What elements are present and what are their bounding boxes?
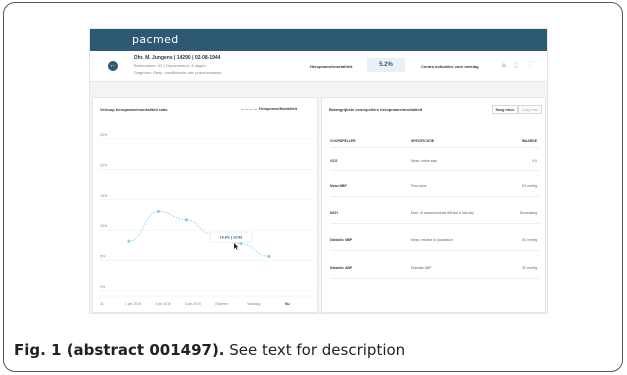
predictor-value: 61 mmHg (522, 184, 537, 188)
cursor-icon (234, 243, 239, 250)
row-divider (330, 196, 539, 197)
x-tick-label: Vandaag (247, 302, 260, 306)
x-tick-label: 31 (100, 302, 104, 306)
line-chart: 25%20%15%10%5%0% 31 1 jan 2019 2 jan 2019 3… (99, 133, 313, 306)
contra-indications-label: Contra indicaties voor ontslag (421, 64, 479, 69)
caption-text: See text for description (224, 341, 406, 359)
patient-name: Dhr. M. Jungens | 14290 | 02-08-1944 (134, 55, 221, 61)
tab-high-risk[interactable]: Hoog risico (492, 105, 518, 114)
figure-caption: Fig. 1 (abstract 001497). See text for d… (14, 341, 405, 359)
predictor-name: Diastolic NBP (330, 238, 353, 242)
bottle-icon[interactable]: ▯ (514, 60, 518, 69)
top-bar: pacmed (90, 29, 547, 51)
x-tick-label: 1 jan 2019 (125, 302, 141, 306)
caption-label: Fig. 1 (abstract 001497). (14, 341, 225, 359)
y-tick-label: 10% (100, 224, 108, 228)
app-screenshot: pacmed ← Dhr. M. Jungens | 14290 | 02-08… (89, 28, 548, 314)
predictor-value: 50 mmHg (522, 238, 537, 242)
predictor-name: GCS (330, 159, 338, 163)
predictor-value: Decreasing (519, 211, 537, 215)
data-point[interactable] (267, 254, 271, 258)
tab-low-risk[interactable]: Laag risico (518, 105, 542, 114)
data-point[interactable] (184, 218, 188, 222)
column-header-specification: SPECIFICATIE (411, 139, 435, 143)
predictor-value: 20 mmHg (522, 266, 537, 270)
predictor-name: MCH (330, 211, 338, 215)
chart-grid (99, 138, 313, 297)
row-divider (330, 223, 539, 224)
data-point[interactable] (127, 239, 131, 243)
data-point[interactable] (156, 209, 160, 213)
predictor-spec: Mean, entire stay (411, 159, 438, 163)
x-tick-label: 3 jan 2019 (185, 302, 201, 306)
x-tick-label: Nu (285, 302, 290, 306)
patient-bed-info: Bednummer: 02 | Opnameduur: 4 dagen (134, 63, 206, 68)
y-axis-ticks: 25% 20% 15% 10% 5% 0% (100, 133, 108, 289)
predictor-name: Mean NBP (330, 184, 347, 188)
row-divider (330, 250, 539, 251)
predictor-spec: First value (411, 184, 427, 188)
predictors-title: Belangrijkste voorspellers heropname/mor… (329, 107, 423, 112)
row-divider (330, 278, 539, 279)
metric-value-badge: 5.2% (367, 58, 405, 72)
arrow-left-icon: ← (109, 62, 117, 69)
predictor-spec: Num. of measurements diff last & first d… (411, 211, 474, 215)
patient-diagnosis: Diagnose: Resp. insufficientie obv pneum… (134, 70, 222, 75)
predictor-spec: Diastolic ABP (411, 266, 432, 270)
chart-tooltip: 10.6% | 13:43 (209, 231, 253, 243)
patient-header: ← Dhr. M. Jungens | 14290 | 02-08-1944 B… (90, 51, 547, 82)
data-point[interactable] (239, 242, 243, 246)
row-divider (330, 170, 539, 171)
chart-panel: Verloop heropname/mortaliteit ratio Hero… (92, 97, 318, 313)
y-tick-label: 0% (100, 285, 106, 289)
app-logo: pacmed (132, 33, 179, 46)
y-tick-label: 15% (100, 194, 108, 198)
tooltip-text: 10.6% | 13:43 (220, 236, 242, 240)
x-tick-label: Gisteren (215, 302, 228, 306)
lungs-icon[interactable]: ▲ (500, 60, 508, 69)
predictor-name: Diastolic ABP (330, 266, 353, 270)
y-tick-label: 20% (100, 163, 108, 167)
predictor-value: 9.0 (532, 159, 537, 163)
y-tick-label: 25% (100, 133, 108, 137)
y-tick-label: 5% (100, 255, 106, 259)
column-header-predictor: VOORSPELLER (330, 139, 356, 143)
back-button[interactable]: ← (108, 61, 118, 71)
header-divider (330, 147, 539, 148)
x-tick-label: 2 jan 2019 (155, 302, 171, 306)
column-header-value: WAARDE (521, 139, 537, 143)
metric-label: Heropname/mortaliteit (310, 64, 353, 69)
predictor-spec: Mean, relative to population (411, 238, 453, 242)
predictors-panel: Belangrijkste voorspellers heropname/mor… (321, 97, 546, 313)
heart-icon[interactable]: ♡ (527, 60, 534, 69)
x-axis-ticks: 31 1 jan 2019 2 jan 2019 3 jan 2019 Gisteren… (100, 302, 290, 306)
